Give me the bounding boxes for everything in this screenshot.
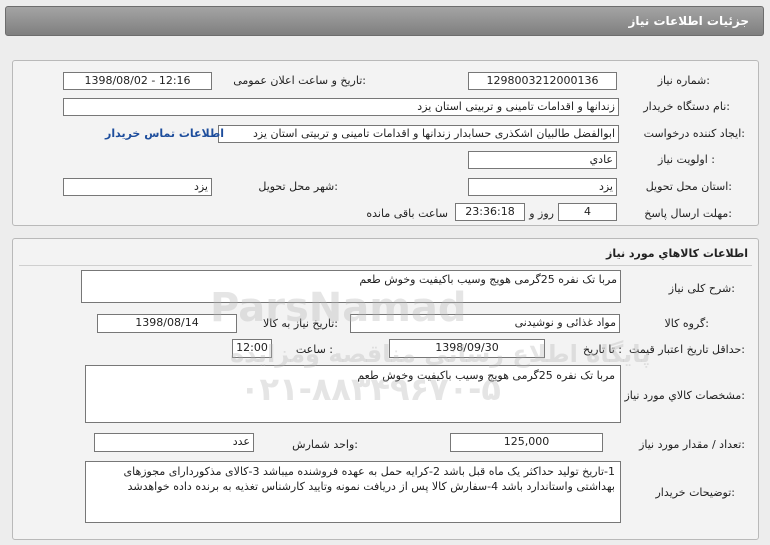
watermark-phone: ۰۲۱-۸۸۳۴۹۶۷۰-۵ [240,370,501,408]
province-label: استان محل تحويل: [645,180,732,193]
need-number-label: شماره نياز: [657,74,710,87]
buyer-contact-link[interactable]: اطلاعات تماس خريدار [105,127,224,140]
buyer-org-label: نام دستگاه خريدار: [643,100,730,113]
announce-date-field: 1398/08/02 - 12:16 [63,72,212,90]
watermark-brand: ParsNamad [210,285,467,331]
page-title-bar: جزئيات اطلاعات نياز [5,6,764,36]
priority-label: اولويت نياز : [657,153,715,166]
notes-label: توضيحات خريدار: [655,486,736,499]
city-field: يزد [63,178,212,196]
need-number-field: 1298003212000136 [468,72,617,90]
deadline-days-field: 4 [558,203,617,221]
buyer-org-field: زندانها و اقدامات تامينی و تربيتی استان … [63,98,619,116]
page-title: جزئيات اطلاعات نياز [628,14,749,28]
announce-date-label: تاريخ و ساعت اعلان عمومی: [233,74,366,87]
deadline-time-field: 23:36:18 [455,203,525,221]
creator-label: ايجاد کننده درخواست: [643,127,745,140]
spec-label: مشخصات کالاي مورد نياز: [624,389,745,402]
creator-field: ابوالفضل طالبيان اشکذری حسابدار زندانها … [218,125,619,143]
unit-label: واحد شمارش: [292,438,358,451]
deadline-label: مهلت ارسال پاسخ: [644,207,732,220]
qty-label: تعداد / مقدار مورد نياز: [639,438,745,451]
qty-field: 125,000 [450,433,603,452]
priority-field: عادي [468,151,617,169]
section-divider [19,265,752,266]
group-label: گروه کالا: [664,317,709,330]
notes-field: 1-تاریخ تولید حداکثر یک ماه قبل باشد 2-ک… [85,461,621,523]
unit-field: عدد [94,433,254,452]
city-label: شهر محل تحويل: [258,180,338,193]
remaining-label: ساعت باقی مانده [366,207,448,220]
summary-label: شرح کلی نياز: [668,282,735,295]
days-word: روز و [529,207,554,220]
province-field: يزد [468,178,617,196]
watermark-line1: پایگاه اطلاع رسانی مناقصه ومزایده [230,340,651,368]
need-info-panel: شماره نياز: 1298003212000136 تاريخ و ساع… [12,60,759,226]
goods-section-title: اطلاعات کالاهاي مورد نياز [606,247,748,260]
